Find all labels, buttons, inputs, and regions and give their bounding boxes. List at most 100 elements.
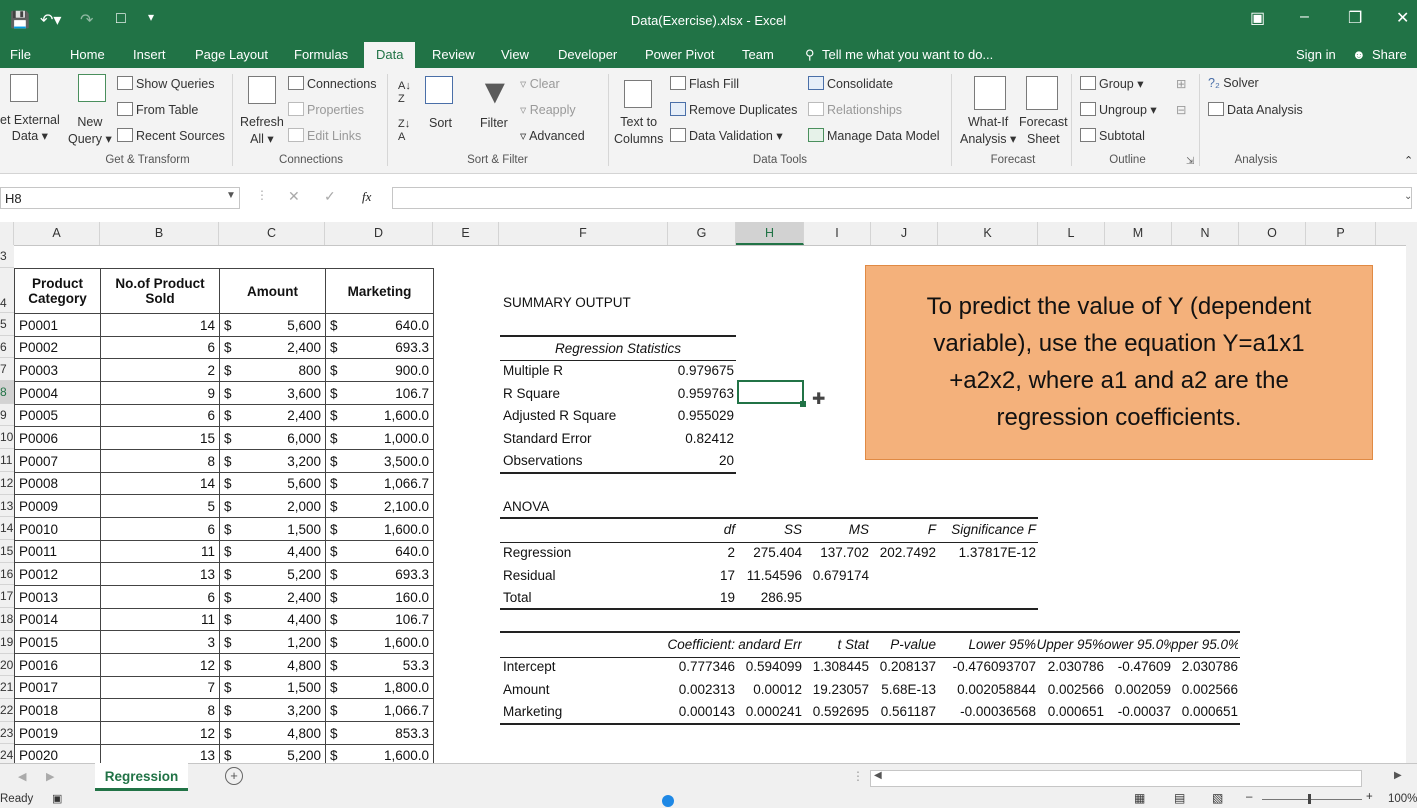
anova-cell[interactable]: 286.95 [702, 590, 802, 605]
new-query-button[interactable]: New Query ▾ [68, 114, 112, 148]
zoom-slider-thumb[interactable] [1308, 794, 1311, 804]
row-header[interactable]: 10 [0, 426, 14, 449]
tab-page-layout[interactable]: Page Layout [195, 47, 268, 62]
cell-amount-currency[interactable]: $ [219, 676, 240, 699]
clear-button[interactable]: ▿ Clear [520, 76, 560, 91]
regression-stat-value[interactable]: 0.82412 [640, 431, 734, 446]
outline-dialog-launcher-icon[interactable]: ⇲ [1186, 156, 1194, 167]
flash-fill-button[interactable]: Flash Fill [670, 76, 739, 91]
cell-product-category[interactable]: P0012 [14, 562, 101, 586]
cell-amount-currency[interactable]: $ [219, 653, 240, 677]
cell-amount-currency[interactable]: $ [219, 358, 240, 382]
cell-marketing-currency[interactable]: $ [325, 585, 346, 609]
cell-marketing-currency[interactable]: $ [325, 358, 346, 382]
sort-button[interactable]: Sort [429, 116, 452, 130]
cell-marketing-currency[interactable]: $ [325, 653, 346, 677]
get-external-data-icon[interactable] [10, 74, 38, 102]
row-header[interactable]: 8 [0, 381, 14, 404]
anova-header[interactable]: F [836, 522, 936, 537]
cell-product-category[interactable]: P0017 [14, 676, 101, 699]
cell-marketing-currency[interactable]: $ [325, 676, 346, 699]
advanced-button[interactable]: ▿ Advanced [520, 128, 585, 143]
row-header[interactable]: 6 [0, 336, 14, 358]
cell-product-category[interactable]: P0008 [14, 472, 101, 495]
regression-stat-label[interactable]: R Square [503, 386, 560, 401]
header-no-of-product-sold[interactable]: No.of Product Sold [100, 268, 220, 314]
sort-az-button[interactable]: A↓ Z [398, 80, 411, 106]
cell-amount[interactable]: 4,400 [239, 540, 326, 563]
add-sheet-icon[interactable]: + [225, 767, 243, 785]
column-header[interactable]: F [499, 222, 668, 245]
row-header[interactable]: 17 [0, 585, 14, 608]
remove-duplicates-button[interactable]: Remove Duplicates [670, 102, 797, 117]
cell-marketing[interactable]: 693.3 [345, 336, 434, 359]
row-header[interactable]: 4 [0, 268, 14, 313]
tab-review[interactable]: Review [432, 47, 475, 62]
vertical-scrollbar[interactable] [1406, 245, 1417, 763]
coefficients-header[interactable]: ower 95.0% [1104, 637, 1171, 652]
cell-product-category[interactable]: P0014 [14, 608, 101, 631]
data-validation-button[interactable]: Data Validation ▾ [670, 128, 783, 143]
cell-amount[interactable]: 6,000 [239, 426, 326, 450]
tab-team[interactable]: Team [742, 47, 774, 62]
tab-home[interactable]: Home [70, 47, 105, 62]
cell-marketing-currency[interactable]: $ [325, 721, 346, 745]
column-header[interactable]: M [1105, 222, 1172, 245]
cell-amount[interactable]: 3,200 [239, 449, 326, 473]
confirm-entry-icon[interactable]: ✓ [324, 188, 336, 205]
text-to-columns-button[interactable]: Text to Columns [614, 114, 663, 148]
cell-marketing[interactable]: 1,066.7 [345, 698, 434, 722]
cell-marketing[interactable]: 640.0 [345, 540, 434, 563]
tab-developer[interactable]: Developer [558, 47, 617, 62]
coefficients-header[interactable]: Upper 95% [1036, 637, 1104, 652]
cell-no-of-product-sold[interactable]: 5 [100, 494, 220, 518]
zoom-level[interactable]: 100% [1388, 793, 1417, 805]
coefficients-cell[interactable]: 2.030786 [1138, 659, 1238, 674]
row-header[interactable]: 24 [0, 744, 14, 763]
cell-no-of-product-sold[interactable]: 12 [100, 653, 220, 677]
coefficients-cell[interactable]: 0.208137 [836, 659, 936, 674]
header-product-category[interactable]: Product Category [14, 268, 101, 314]
column-header[interactable]: D [325, 222, 433, 245]
formula-input[interactable] [392, 187, 1412, 209]
cell-marketing-currency[interactable]: $ [325, 404, 346, 427]
cell-amount[interactable]: 5,600 [239, 472, 326, 495]
row-header[interactable]: 19 [0, 631, 14, 654]
cell-marketing-currency[interactable]: $ [325, 494, 346, 518]
sort-icon[interactable] [425, 76, 453, 104]
minimize-icon[interactable]: – [1300, 8, 1309, 26]
refresh-all-icon[interactable] [248, 76, 276, 104]
cell-marketing[interactable]: 640.0 [345, 313, 434, 337]
cell-amount-currency[interactable]: $ [219, 381, 240, 405]
cell-product-category[interactable]: P0011 [14, 540, 101, 563]
consolidate-button[interactable]: Consolidate [808, 76, 893, 91]
connections-button[interactable]: Connections [288, 76, 377, 91]
cell-amount[interactable]: 5,200 [239, 562, 326, 586]
row-header[interactable]: 12 [0, 472, 14, 495]
row-header[interactable]: 5 [0, 313, 14, 336]
cell-amount[interactable]: 3,600 [239, 381, 326, 405]
get-external-data-button[interactable]: et External Data ▾ [0, 112, 60, 144]
cell-marketing-currency[interactable]: $ [325, 313, 346, 337]
anova-row-label[interactable]: Total [503, 590, 532, 605]
selected-cell[interactable] [737, 380, 804, 404]
cell-no-of-product-sold[interactable]: 13 [100, 562, 220, 586]
regression-stat-value[interactable]: 0.955029 [640, 408, 734, 423]
cell-product-category[interactable]: P0003 [14, 358, 101, 382]
cell-amount-currency[interactable]: $ [219, 721, 240, 745]
column-header[interactable]: N [1172, 222, 1239, 245]
cell-marketing[interactable]: 1,600.0 [345, 517, 434, 541]
anova-row-label[interactable]: Residual [503, 568, 556, 583]
cell-marketing-currency[interactable]: $ [325, 698, 346, 722]
cell-marketing[interactable]: 900.0 [345, 358, 434, 382]
header-marketing[interactable]: Marketing [325, 268, 434, 314]
zoom-slider[interactable] [1262, 799, 1362, 800]
tab-data[interactable]: Data [364, 42, 416, 68]
cell-amount[interactable]: 4,800 [239, 653, 326, 677]
cell-product-category[interactable]: P0019 [14, 721, 101, 745]
text-to-columns-icon[interactable] [624, 80, 652, 108]
expand-formula-bar-icon[interactable]: ⌄ [1404, 191, 1412, 202]
filter-button[interactable]: Filter [480, 116, 508, 130]
cell-product-category[interactable]: P0015 [14, 630, 101, 654]
row-header[interactable]: 13 [0, 495, 14, 517]
